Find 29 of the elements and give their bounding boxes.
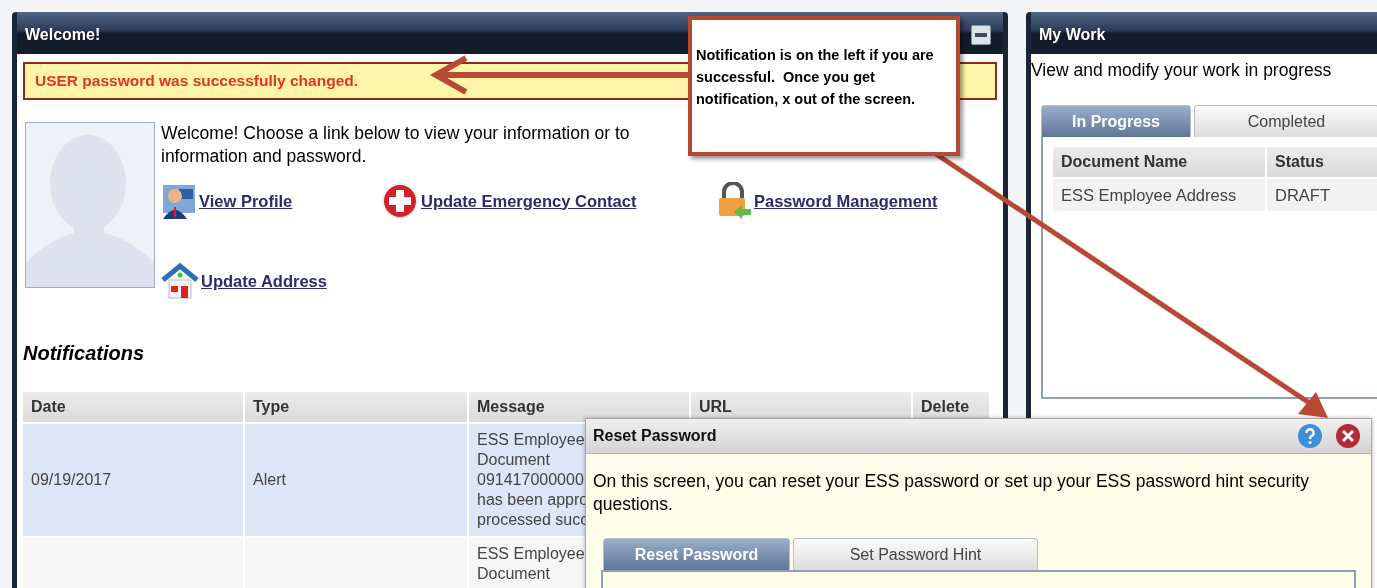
person-icon [161, 183, 197, 219]
nav-link[interactable]: View Profile [161, 182, 381, 220]
tab[interactable]: Completed [1194, 105, 1377, 137]
annotation-callout: Notification is on the left if you are successful. Once you get notification, x out of the screen. [688, 16, 960, 156]
nav-link[interactable]: Password Management [716, 182, 976, 220]
medical-cross-icon [381, 182, 419, 220]
minimize-button[interactable] [971, 25, 991, 45]
table-cell: ESS Employee Address [1053, 179, 1265, 211]
panel-title: Welcome! [25, 26, 101, 44]
minus-icon [975, 33, 987, 37]
column-header[interactable]: Status [1267, 147, 1377, 177]
house-icon [161, 262, 199, 300]
table-cell: Alert [245, 424, 467, 536]
tab[interactable]: Set Password Hint [793, 538, 1038, 570]
column-header[interactable]: Type [245, 392, 467, 422]
column-header[interactable]: Date [23, 392, 243, 422]
column-header[interactable]: Message [469, 392, 689, 422]
table-cell: 09/19/2017 [23, 424, 243, 536]
welcome-text: Welcome! Choose a link below to view your information or to information and password. [161, 122, 631, 168]
section-heading: Notifications [23, 342, 146, 365]
close-button[interactable] [1335, 423, 1361, 449]
column-header[interactable]: Document Name [1053, 147, 1265, 177]
nav-link[interactable]: Update Address [161, 262, 381, 300]
panel-title: My Work [1039, 26, 1106, 44]
table-cell: DRAFT [1267, 179, 1377, 211]
description-text: View and modify your work in progress [1031, 60, 1333, 81]
padlock-icon [716, 182, 752, 220]
help-button[interactable] [1297, 423, 1323, 449]
nav-link[interactable]: Update Emergency Contact [381, 182, 716, 220]
